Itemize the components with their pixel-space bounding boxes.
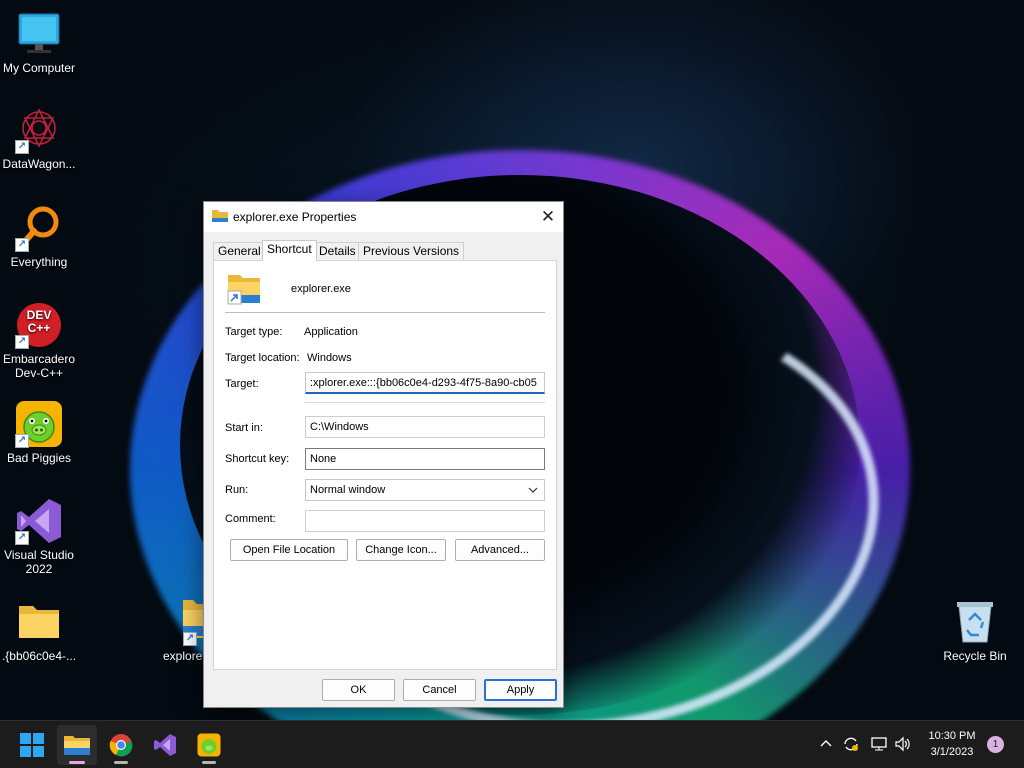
- open-file-location-button[interactable]: Open File Location: [230, 539, 348, 561]
- everything-search-icon: ↗: [15, 204, 63, 252]
- desktop-icon-label: Everything: [10, 255, 68, 269]
- folder-icon: [15, 598, 63, 646]
- divider: [225, 312, 545, 313]
- tab-general[interactable]: General: [213, 242, 266, 260]
- target-location-value: Windows: [307, 352, 352, 364]
- change-icon-button[interactable]: Change Icon...: [356, 539, 446, 561]
- desktop-icon-everything[interactable]: ↗ Everything: [1, 204, 77, 269]
- clock-time[interactable]: 10:30 PM: [922, 730, 982, 742]
- divider: [305, 402, 545, 403]
- desktop-icon-label: DataWagon...: [2, 157, 76, 171]
- dialog-title: explorer.exe Properties: [233, 210, 357, 224]
- network-icon[interactable]: [870, 735, 888, 753]
- desktop-icon-label: Recycle Bin: [943, 649, 1007, 663]
- run-label: Run:: [225, 484, 249, 496]
- desktop-icon-folder[interactable]: .{bb06c0e4-...: [1, 598, 77, 663]
- desktop-icon-recycle-bin[interactable]: Recycle Bin: [937, 598, 1013, 663]
- start-in-input[interactable]: C:\Windows: [305, 416, 545, 438]
- taskbar-visual-studio[interactable]: [145, 725, 185, 765]
- recycle-bin-icon: [951, 598, 999, 646]
- devcpp-badge-text: DEV C++: [26, 308, 52, 335]
- start-button[interactable]: [12, 725, 52, 765]
- shortcut-file-name: explorer.exe: [291, 283, 351, 295]
- taskbar-chrome[interactable]: [101, 725, 141, 765]
- volume-icon[interactable]: [894, 735, 912, 753]
- shortcut-arrow-icon: ↗: [15, 335, 29, 349]
- desktop-icon-bad-piggies[interactable]: ↗ Bad Piggies: [1, 400, 77, 465]
- shortcut-arrow-icon: ↗: [15, 140, 29, 154]
- shortcut-arrow-icon: ↗: [183, 632, 197, 646]
- notification-badge[interactable]: 1: [987, 736, 1004, 753]
- clock-date[interactable]: 3/1/2023: [922, 746, 982, 758]
- devcpp-icon: DEV C++ ↗: [15, 301, 63, 349]
- desktop-icon-label: Bad Piggies: [6, 451, 72, 465]
- shortcut-tab-panel: explorer.exe Target type: Application Ta…: [213, 260, 557, 670]
- dialog-titlebar[interactable]: explorer.exe Properties ✕: [204, 202, 563, 232]
- bad-piggies-icon: ↗: [15, 400, 63, 448]
- run-select[interactable]: Normal window: [305, 479, 545, 501]
- desktop-icon-datawagon[interactable]: ↗ DataWagon...: [1, 106, 77, 171]
- bad-piggies-icon: [197, 733, 221, 760]
- start-in-label: Start in:: [225, 422, 263, 434]
- target-input[interactable]: :xplorer.exe:::{bb06c0e4-d293-4f75-8a90-…: [305, 372, 545, 394]
- datawagon-icon: ↗: [15, 106, 63, 154]
- target-type-label: Target type:: [225, 326, 283, 338]
- comment-label: Comment:: [225, 513, 276, 525]
- run-select-value: Normal window: [310, 484, 386, 496]
- target-label: Target:: [225, 378, 259, 390]
- target-type-value: Application: [304, 326, 358, 338]
- start-icon: [20, 733, 44, 760]
- taskbar-file-explorer[interactable]: [57, 725, 97, 765]
- visual-studio-icon: ↗: [15, 497, 63, 545]
- desktop-icon-devcpp[interactable]: DEV C++ ↗ Embarcadero Dev-C++: [1, 301, 77, 380]
- visual-studio-icon: [153, 733, 177, 760]
- tab-shortcut[interactable]: Shortcut: [262, 240, 317, 261]
- shortcut-key-label: Shortcut key:: [225, 453, 290, 465]
- desktop-icon-visual-studio[interactable]: ↗ Visual Studio 2022: [1, 497, 77, 576]
- chrome-icon: [109, 733, 133, 760]
- ok-button[interactable]: OK: [322, 679, 395, 701]
- shortcut-arrow-icon: ↗: [15, 531, 29, 545]
- shortcut-key-input[interactable]: None: [305, 448, 545, 470]
- desktop-icon-my-computer[interactable]: My Computer: [1, 10, 77, 75]
- computer-icon: [15, 10, 63, 58]
- file-explorer-icon: [226, 273, 262, 305]
- comment-input[interactable]: [305, 510, 545, 532]
- taskbar-bad-piggies[interactable]: [189, 725, 229, 765]
- running-indicator: [114, 761, 128, 764]
- cancel-button[interactable]: Cancel: [403, 679, 476, 701]
- explorer-shortcut-icon: ↗: [159, 598, 207, 646]
- running-indicator: [202, 761, 216, 764]
- desktop-icon-label: Visual Studio 2022: [4, 548, 74, 576]
- desktop-icon-label: Embarcadero Dev-C++: [2, 352, 76, 380]
- file-explorer-icon: [64, 734, 90, 759]
- running-indicator: [69, 761, 85, 764]
- chevron-up-icon[interactable]: [817, 735, 835, 753]
- chevron-down-icon: [528, 480, 538, 500]
- desktop-icon-label: .{bb06c0e4-...: [1, 649, 77, 663]
- taskbar: 10:30 PM 3/1/2023: [0, 720, 1024, 768]
- target-location-label: Target location:: [225, 352, 300, 364]
- folder-icon: [212, 209, 228, 223]
- advanced-button[interactable]: Advanced...: [455, 539, 545, 561]
- desktop-icon-label: My Computer: [2, 61, 76, 75]
- tab-details[interactable]: Details: [314, 242, 361, 260]
- shortcut-arrow-icon: ↗: [15, 238, 29, 252]
- properties-dialog: explorer.exe Properties ✕ General Shortc…: [203, 201, 564, 708]
- apply-button[interactable]: Apply: [484, 679, 557, 701]
- sync-icon[interactable]: [842, 735, 860, 753]
- tab-previous-versions[interactable]: Previous Versions: [358, 242, 465, 260]
- close-button[interactable]: ✕: [533, 202, 563, 232]
- shortcut-arrow-icon: ↗: [15, 434, 29, 448]
